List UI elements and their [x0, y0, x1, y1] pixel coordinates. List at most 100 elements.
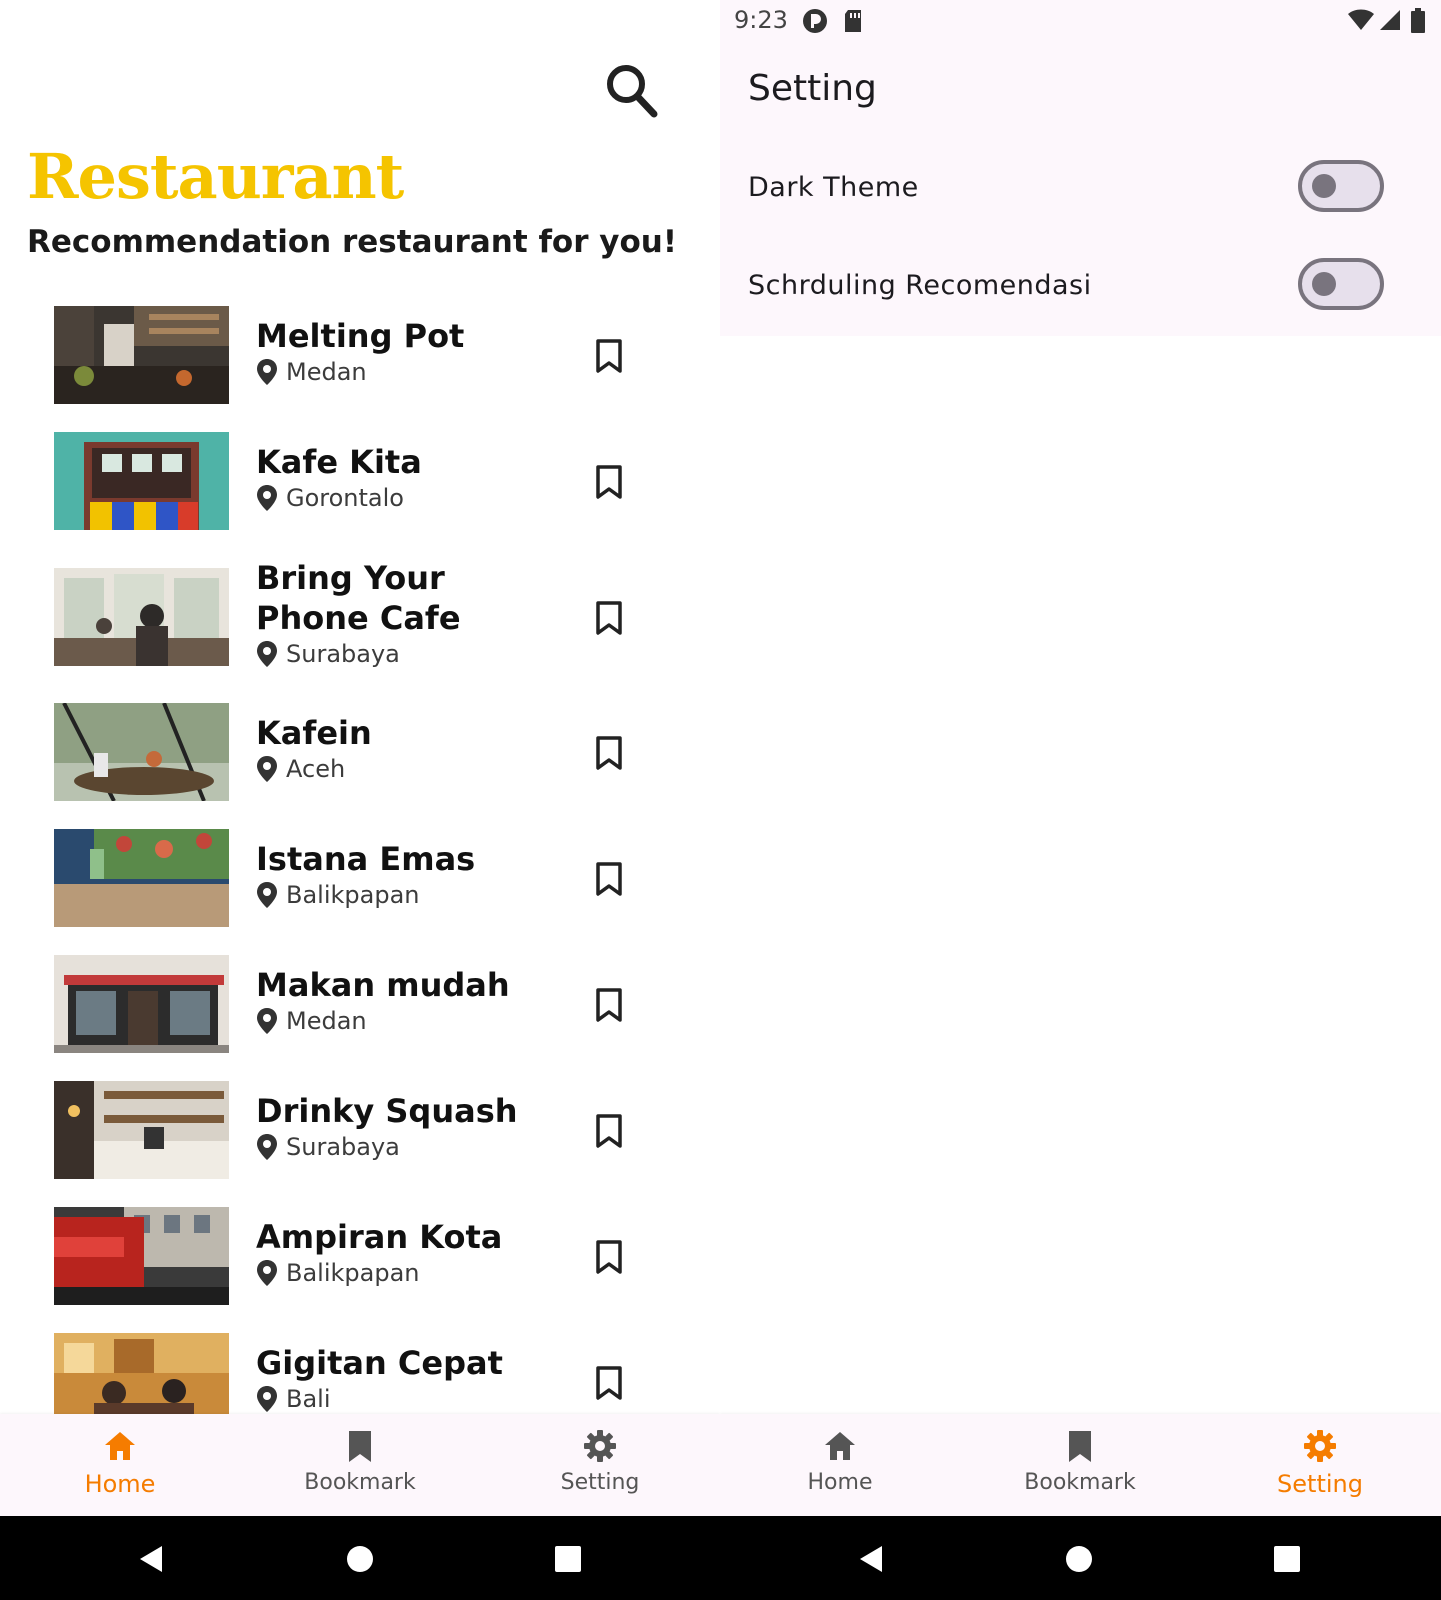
setting-screen: 9:23 Setting Dark Theme Schrduling Recom… — [720, 0, 1441, 1600]
bookmark-icon — [1069, 1431, 1091, 1462]
nav-setting[interactable]: Setting — [480, 1414, 720, 1516]
cellular-signal-icon — [1380, 10, 1400, 30]
nav-home-label: Home — [807, 1470, 873, 1495]
restaurant-image — [54, 568, 229, 666]
list-item[interactable]: Drinky Squash Surabaya — [0, 1081, 720, 1193]
nav-bookmark[interactable]: Bookmark — [960, 1414, 1200, 1516]
setting-row-scheduling[interactable]: Schrduling Recomendasi — [720, 248, 1441, 328]
restaurant-location: Balikpapan — [256, 881, 475, 909]
system-navigation-bar — [720, 1516, 1441, 1600]
restaurant-location: Surabaya — [256, 640, 556, 668]
list-item[interactable]: Istana Emas Balikpapan — [0, 829, 720, 941]
restaurant-list[interactable]: Melting Pot Medan Kafe Kita Gorontalo Br… — [0, 306, 720, 1414]
restaurant-name: Kafe Kita — [256, 443, 422, 481]
app-title: Restaurant — [27, 140, 404, 213]
restaurant-name: Drinky Squash — [256, 1092, 518, 1130]
bookmark-icon — [349, 1431, 371, 1462]
restaurant-image — [54, 829, 229, 927]
bookmark-outline-icon[interactable] — [594, 987, 624, 1023]
restaurant-image — [54, 955, 229, 1053]
nav-bookmark-label: Bookmark — [1024, 1470, 1136, 1495]
nav-setting-label: Setting — [1277, 1470, 1363, 1498]
location-pin-icon — [257, 641, 277, 667]
restaurant-city: Medan — [286, 1007, 367, 1035]
location-pin-icon — [257, 1386, 277, 1412]
bookmark-outline-icon[interactable] — [594, 1113, 624, 1149]
wifi-icon — [1348, 9, 1374, 30]
dark-theme-toggle[interactable] — [1298, 160, 1384, 212]
list-item[interactable]: Kafein Aceh — [0, 703, 720, 815]
nav-setting[interactable]: Setting — [1200, 1414, 1440, 1516]
bookmark-outline-icon[interactable] — [594, 1239, 624, 1275]
list-item[interactable]: Ampiran Kota Balikpapan — [0, 1207, 720, 1319]
status-time: 9:23 — [734, 6, 788, 34]
restaurant-image — [54, 1207, 229, 1305]
toggle-knob — [1312, 272, 1336, 296]
restaurant-image — [54, 432, 229, 530]
restaurant-location: Balikpapan — [256, 1259, 502, 1287]
home-screen: Restaurant Recommendation restaurant for… — [0, 0, 720, 1600]
restaurant-image — [54, 703, 229, 801]
system-navigation-bar — [0, 1516, 720, 1600]
toggle-knob — [1312, 174, 1336, 198]
restaurant-city: Medan — [286, 358, 367, 386]
location-pin-icon — [257, 1134, 277, 1160]
restaurant-name: Kafein — [256, 714, 372, 752]
bookmark-outline-icon[interactable] — [594, 1365, 624, 1401]
bottom-navigation: Home Bookmark Setting — [0, 1414, 720, 1516]
nav-setting-label: Setting — [560, 1470, 640, 1495]
restaurant-city: Balikpapan — [286, 881, 420, 909]
location-pin-icon — [257, 1260, 277, 1286]
location-pin-icon — [257, 756, 277, 782]
scheduling-toggle[interactable] — [1298, 258, 1384, 310]
bookmark-outline-icon[interactable] — [594, 338, 624, 374]
restaurant-name: Bring Your Phone Cafe — [256, 559, 461, 637]
restaurant-location: Aceh — [256, 755, 372, 783]
back-icon[interactable] — [134, 1542, 168, 1576]
battery-icon — [1411, 8, 1425, 33]
app-notification-icon — [803, 9, 827, 33]
list-item[interactable]: Melting Pot Medan — [0, 306, 720, 418]
location-pin-icon — [257, 882, 277, 908]
list-item[interactable]: Kafe Kita Gorontalo — [0, 432, 720, 544]
bookmark-outline-icon[interactable] — [594, 464, 624, 500]
nav-bookmark[interactable]: Bookmark — [240, 1414, 480, 1516]
nav-home[interactable]: Home — [720, 1414, 960, 1516]
page-title: Setting — [748, 68, 877, 109]
sd-card-icon — [845, 10, 861, 32]
restaurant-name: Ampiran Kota — [256, 1218, 503, 1256]
restaurant-image — [54, 1333, 229, 1414]
search-icon[interactable] — [604, 60, 660, 120]
bookmark-outline-icon[interactable] — [594, 861, 624, 897]
bookmark-outline-icon[interactable] — [594, 735, 624, 771]
restaurant-location: Medan — [256, 1007, 510, 1035]
restaurant-name: Makan mudah — [256, 966, 510, 1004]
restaurant-city: Aceh — [286, 755, 346, 783]
restaurant-city: Balikpapan — [286, 1259, 420, 1287]
location-pin-icon — [257, 485, 277, 511]
setting-row-dark-theme[interactable]: Dark Theme — [720, 150, 1441, 230]
restaurant-location: Gorontalo — [256, 484, 422, 512]
home-circle-icon[interactable] — [1062, 1542, 1096, 1576]
restaurant-city: Bali — [286, 1385, 331, 1413]
list-item[interactable]: Makan mudah Medan — [0, 955, 720, 1067]
restaurant-city: Surabaya — [286, 640, 400, 668]
restaurant-image — [54, 1081, 229, 1179]
list-item[interactable]: Gigitan Cepat Bali — [0, 1333, 720, 1414]
status-bar: 9:23 — [720, 0, 1441, 44]
recents-icon[interactable] — [1270, 1542, 1304, 1576]
home-icon — [825, 1432, 855, 1460]
home-circle-icon[interactable] — [343, 1542, 377, 1576]
restaurant-location: Bali — [256, 1385, 503, 1413]
back-icon[interactable] — [854, 1542, 888, 1576]
restaurant-location: Medan — [256, 358, 464, 386]
restaurant-city: Gorontalo — [286, 484, 404, 512]
gear-icon — [584, 1430, 616, 1462]
location-pin-icon — [257, 359, 277, 385]
nav-home[interactable]: Home — [0, 1414, 240, 1516]
bookmark-outline-icon[interactable] — [594, 600, 624, 636]
list-item[interactable]: Bring Your Phone Cafe Surabaya — [0, 559, 720, 680]
recents-icon[interactable] — [551, 1542, 585, 1576]
nav-home-label: Home — [84, 1470, 156, 1498]
restaurant-image — [54, 306, 229, 404]
